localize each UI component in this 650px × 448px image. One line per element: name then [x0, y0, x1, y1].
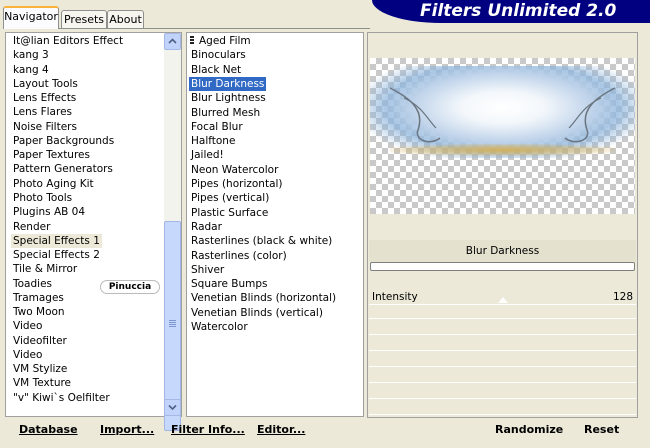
category-item[interactable]: Tile & Mirror: [11, 262, 79, 276]
filter-item[interactable]: Binoculars: [189, 48, 248, 62]
category-item[interactable]: kang 4: [11, 63, 51, 77]
category-item[interactable]: Lens Flares: [11, 105, 74, 119]
category-item[interactable]: VM Stylize: [11, 362, 69, 376]
filter-item[interactable]: Square Bumps: [189, 277, 270, 291]
randomize-button[interactable]: Randomize: [495, 423, 563, 436]
database-button[interactable]: Database: [19, 423, 78, 436]
filter-item[interactable]: Venetian Blinds (horizontal): [189, 291, 338, 305]
param-label: Intensity: [372, 291, 418, 303]
filter-item[interactable]: Rasterlines (black & white): [189, 234, 334, 248]
category-item[interactable]: Render: [11, 220, 52, 234]
category-item[interactable]: kang 3: [11, 48, 51, 62]
filter-item[interactable]: Radar: [189, 220, 224, 234]
category-item[interactable]: Paper Backgrounds: [11, 134, 116, 148]
category-item[interactable]: Plugins AB 04: [11, 205, 87, 219]
category-item[interactable]: Photo Aging Kit: [11, 177, 96, 191]
filter-info-button[interactable]: Filter Info...: [171, 423, 245, 436]
filter-item[interactable]: Halftone: [189, 134, 237, 148]
progress-bar: [370, 262, 635, 271]
category-item[interactable]: Paper Textures: [11, 148, 92, 162]
category-item[interactable]: Pattern Generators: [11, 162, 115, 176]
category-item[interactable]: Tramages: [11, 291, 66, 305]
filter-item[interactable]: Blur Lightness: [189, 91, 268, 105]
category-item[interactable]: Two Moon: [11, 305, 67, 319]
filter-item[interactable]: Focal Blur: [189, 120, 245, 134]
param-row-empty: [369, 337, 636, 351]
app-title-banner: Filters Unlimited 2.0: [372, 0, 650, 23]
category-item[interactable]: Videofilter: [11, 334, 69, 348]
app-title: Filters Unlimited 2.0: [420, 1, 617, 21]
reset-button[interactable]: Reset: [584, 423, 619, 436]
category-item[interactable]: Special Effects 1: [11, 233, 102, 248]
tab-presets[interactable]: Presets: [61, 10, 107, 28]
category-item[interactable]: "v" Kiwi`s Oelfilter: [11, 391, 112, 405]
category-item[interactable]: Special Effects 2: [11, 248, 102, 262]
filter-item[interactable]: Neon Watercolor: [189, 163, 280, 177]
filter-item[interactable]: Aged Film: [197, 34, 253, 48]
category-item[interactable]: VM Texture: [11, 376, 73, 390]
category-item[interactable]: It@lian Editors Effect: [11, 34, 125, 48]
category-item[interactable]: Photo Tools: [11, 191, 74, 205]
filter-item[interactable]: Pipes (vertical): [189, 191, 271, 205]
scroll-up-button[interactable]: [164, 33, 181, 50]
import-button[interactable]: Import...: [100, 423, 154, 436]
filter-item[interactable]: Venetian Blinds (vertical): [189, 306, 325, 320]
filter-item[interactable]: Rasterlines (color): [189, 249, 289, 263]
param-row-empty: [369, 353, 636, 367]
filter-item[interactable]: Blur Darkness: [189, 76, 267, 91]
tab-navigator[interactable]: Navigator: [3, 6, 59, 29]
category-scrollbar[interactable]: [164, 33, 181, 431]
mirror-ornament-icon: [389, 87, 616, 143]
param-row-empty: [369, 369, 636, 383]
param-row-empty: [369, 385, 636, 399]
filter-item[interactable]: Watercolor: [189, 320, 250, 334]
preview-image: [370, 58, 635, 214]
filter-item[interactable]: Blurred Mesh: [189, 106, 262, 120]
category-item[interactable]: Layout Tools: [11, 77, 80, 91]
category-item[interactable]: Noise Filters: [11, 120, 79, 134]
param-row-empty: [369, 305, 636, 319]
tab-about[interactable]: About: [107, 10, 144, 28]
param-row-empty: [369, 401, 636, 415]
filter-list[interactable]: Aged Film Binoculars Black Net Blur Darknes…: [186, 32, 364, 417]
category-item[interactable]: Lens Effects: [11, 91, 78, 105]
filter-item[interactable]: Black Net: [189, 63, 243, 77]
filter-item[interactable]: Jailed!: [189, 148, 226, 162]
category-item[interactable]: Video: [11, 319, 44, 333]
param-value: 128: [612, 291, 633, 303]
chevron-down-icon: [168, 404, 177, 411]
preview-caption: Blur Darkness: [369, 240, 636, 262]
filter-item[interactable]: Pipes (horizontal): [189, 177, 285, 191]
filter-item[interactable]: Shiver: [189, 263, 226, 277]
category-list[interactable]: It@lian Editors Effect kang 3 kang 4 Layout…: [5, 32, 182, 417]
watermark-logo: Pinuccia: [100, 280, 160, 294]
scroll-down-button[interactable]: [164, 399, 181, 416]
category-item[interactable]: Video: [11, 348, 44, 362]
intensity-slider-marker[interactable]: [498, 297, 508, 303]
category-item[interactable]: Toadies: [11, 277, 54, 291]
filter-item[interactable]: Plastic Surface: [189, 206, 270, 220]
param-row-empty: [369, 321, 636, 335]
editor-button[interactable]: Editor...: [257, 423, 305, 436]
chevron-up-icon: [168, 38, 177, 44]
